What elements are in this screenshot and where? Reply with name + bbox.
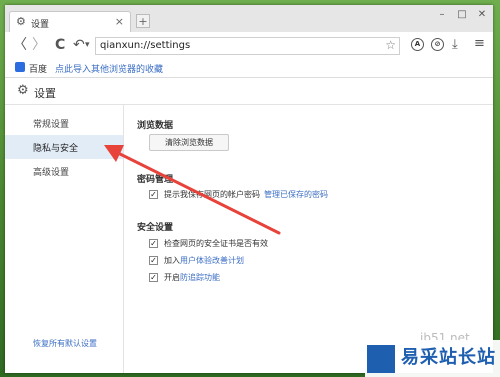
anti-tracking-checkbox[interactable]: ✓ — [149, 273, 158, 282]
cert-check-row: ✓ 检查网页的安全证书是否有效 — [149, 238, 349, 250]
anti-tracking-row: ✓ 开启防追踪功能 — [149, 272, 349, 284]
watermark-logo-icon — [367, 345, 395, 373]
bookmarks-bar: 百度 点此导入其他浏览器的收藏 — [5, 59, 493, 78]
new-tab-button[interactable]: + — [136, 14, 150, 28]
sidebar-item-privacy[interactable]: 隐私与安全 — [5, 135, 123, 159]
restore-defaults-link[interactable]: 恢复所有默认设置 — [33, 338, 97, 349]
sidebar-item-advanced[interactable]: 高级设置 — [5, 159, 123, 183]
undo-icon[interactable]: ↶ — [73, 37, 85, 53]
settings-header: ⚙ 设置 — [5, 78, 493, 105]
star-icon[interactable]: ☆ — [385, 38, 396, 52]
page-title: 设置 — [34, 87, 56, 100]
sidebar-item-label: 常规设置 — [33, 120, 70, 130]
browser-window: ⚙ 设置 × + – □ ✕ 〈 〉 C ↶ ▾ qianxun://setti… — [5, 5, 493, 373]
cert-check-checkbox[interactable]: ✓ — [149, 239, 158, 248]
section-title-browsing: 浏览数据 — [137, 121, 174, 131]
ux-program-link[interactable]: 用户体验改善计划 — [180, 256, 244, 265]
ux-program-checkbox[interactable]: ✓ — [149, 256, 158, 265]
ux-program-label: 加入用户体验改善计划 — [164, 255, 244, 266]
address-bar-row: 〈 〉 C ↶ ▾ qianxun://settings ☆ A ⊘ ⤓ ≡ — [5, 32, 493, 59]
url-text: qianxun://settings — [100, 40, 191, 51]
forward-icon[interactable]: 〉 — [32, 37, 46, 53]
menu-icon[interactable]: ≡ — [474, 36, 485, 51]
back-icon[interactable]: 〈 — [13, 37, 27, 53]
sidebar-item-label: 高级设置 — [33, 168, 70, 178]
clear-browsing-data-button[interactable]: 清除浏览数据 — [149, 134, 229, 151]
tab-close-icon[interactable]: × — [115, 15, 124, 28]
a-icon[interactable]: A — [411, 38, 424, 51]
gear-icon: ⚙ — [16, 15, 26, 28]
bookmark-baidu[interactable]: 百度 — [29, 62, 47, 75]
anti-tracking-label: 开启防追踪功能 — [164, 272, 220, 283]
password-prompt-checkbox[interactable]: ✓ — [149, 190, 158, 199]
compass-icon[interactable]: ⊘ — [431, 38, 444, 51]
tab-title: 设置 — [31, 20, 50, 30]
watermark: 易采站长站 — [365, 340, 500, 377]
ux-program-row: ✓ 加入用户体验改善计划 — [149, 255, 349, 267]
watermark-brand: 易采站长站 — [401, 347, 496, 368]
ux-prefix: 加入 — [164, 256, 180, 265]
section-title-passwords: 密码管理 — [137, 175, 174, 185]
tab-strip: ⚙ 设置 × + – □ ✕ — [5, 5, 493, 32]
settings-sidebar: 常规设置 隐私与安全 高级设置 恢复所有默认设置 — [5, 105, 124, 373]
gear-icon: ⚙ — [17, 83, 29, 98]
anti-tracking-link[interactable]: 防追踪功能 — [180, 273, 220, 282]
tab-settings[interactable]: ⚙ 设置 × — [9, 11, 131, 32]
baidu-icon — [15, 62, 25, 72]
import-bookmarks-link[interactable]: 点此导入其他浏览器的收藏 — [55, 62, 163, 75]
dnt-prefix: 开启 — [164, 273, 180, 282]
reload-icon[interactable]: C — [55, 37, 65, 53]
sidebar-item-general[interactable]: 常规设置 — [5, 111, 123, 135]
maximize-icon[interactable]: □ — [455, 9, 469, 20]
close-window-icon[interactable]: ✕ — [475, 9, 489, 20]
password-prompt-label: 提示我保存网页的帐户密码 — [164, 190, 260, 199]
manage-passwords-link[interactable]: 管理已保存的密码 — [264, 189, 328, 200]
minimize-icon[interactable]: – — [435, 9, 449, 20]
section-title-security: 安全设置 — [137, 223, 174, 233]
password-prompt-row: ✓ 提示我保存网页的帐户密码 管理已保存的密码 — [149, 189, 389, 201]
download-icon[interactable]: ⤓ — [452, 37, 458, 53]
address-input[interactable]: qianxun://settings ☆ — [95, 37, 400, 55]
sidebar-item-label: 隐私与安全 — [33, 144, 79, 154]
undo-dropdown-icon[interactable]: ▾ — [85, 37, 90, 53]
cert-check-label: 检查网页的安全证书是否有效 — [164, 239, 268, 248]
